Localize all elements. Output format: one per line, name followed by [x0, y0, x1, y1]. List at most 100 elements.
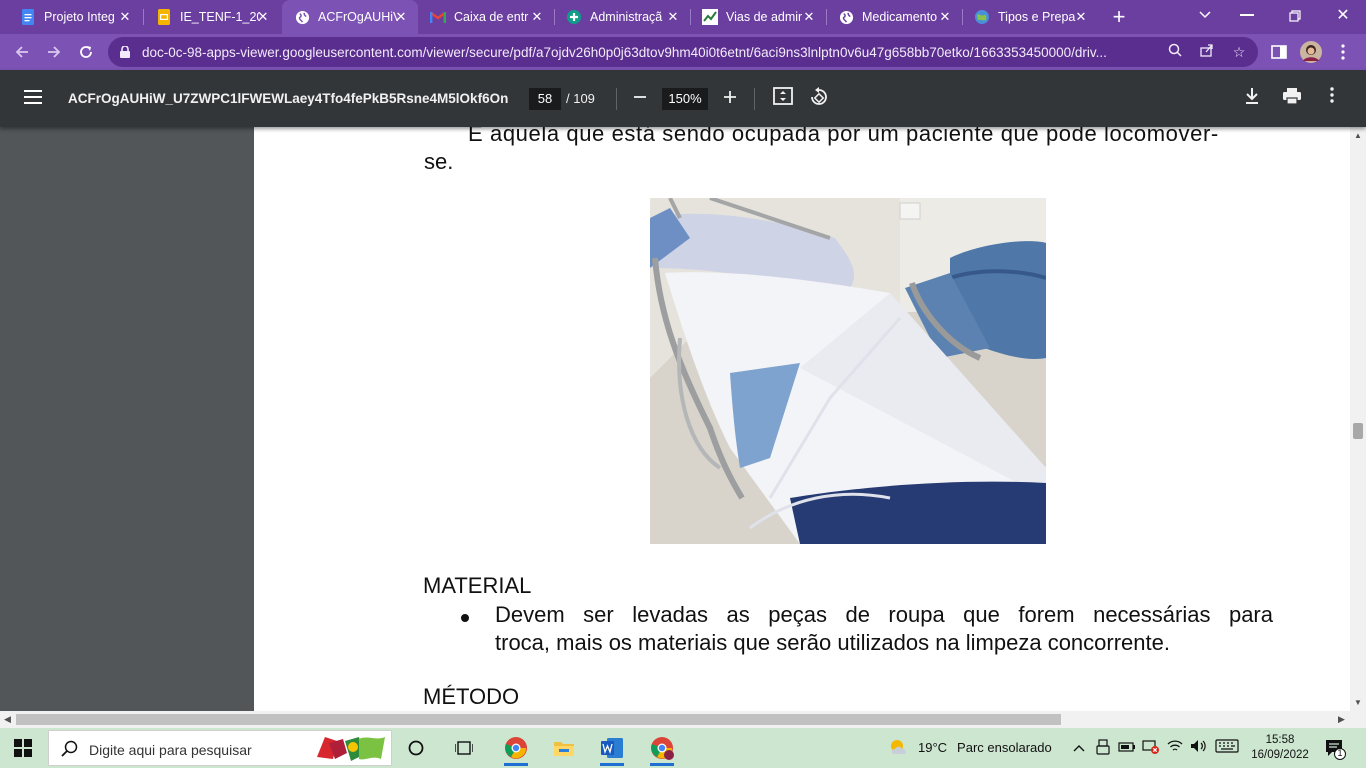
new-tab-button[interactable]: +: [1108, 6, 1130, 28]
globe-color-icon: [974, 9, 990, 25]
tab-gmail[interactable]: Caixa de entr ✕: [418, 0, 554, 34]
close-tab-icon[interactable]: ✕: [666, 10, 680, 24]
tab-ie-tenf[interactable]: IE_TENF-1_20 ✕: [144, 0, 280, 34]
show-hidden-icons-chevron-icon[interactable]: [1070, 739, 1088, 757]
search-highlight-art-icon: [315, 733, 387, 763]
zoom-in-button[interactable]: [719, 86, 741, 110]
browser-menu-icon[interactable]: [1330, 39, 1356, 65]
weather-temperature: 19°C: [918, 739, 948, 755]
print-icon[interactable]: [1281, 87, 1303, 109]
tab-title: Vias de admir: [726, 10, 803, 24]
search-placeholder: Digite aqui para pesquisar: [89, 742, 252, 758]
partly-sunny-icon: [888, 738, 910, 756]
minimize-window-button[interactable]: [1240, 14, 1254, 16]
globe-icon: [294, 9, 310, 25]
windows-taskbar: Digite aqui para pesquisar 19°C Parc ens…: [0, 728, 1366, 768]
hamburger-menu-icon[interactable]: [24, 90, 42, 104]
reload-button[interactable]: [73, 39, 99, 65]
tab-acfrog-active[interactable]: ACFrOgAUHiV ✕: [282, 0, 418, 34]
zoom-search-icon[interactable]: [1166, 43, 1184, 61]
weather-widget[interactable]: 19°C Parc ensolarado: [888, 738, 1052, 756]
document-title: ACFrOgAUHiW_U7ZWPC1lFWEWLaey4Tfo4fePkB5R…: [68, 91, 508, 106]
tab-medicamento[interactable]: Medicamento ✕: [826, 0, 962, 34]
gmail-icon: [430, 9, 446, 25]
search-icon: [61, 740, 79, 758]
close-tab-icon[interactable]: ✕: [530, 10, 544, 24]
clock-date: 16/09/2022: [1251, 749, 1309, 761]
taskbar-search-input[interactable]: Digite aqui para pesquisar: [48, 730, 392, 766]
tab-title: Administraçã: [590, 10, 663, 24]
close-tab-icon[interactable]: ✕: [1074, 10, 1088, 24]
bookmark-star-icon[interactable]: ☆: [1230, 43, 1248, 61]
horizontal-scrollbar[interactable]: ◀ ▶: [0, 711, 1366, 728]
tab-projeto-integ[interactable]: Projeto Integ ✕: [8, 0, 142, 34]
wifi-icon[interactable]: [1166, 739, 1184, 757]
notification-count-badge: 1: [1337, 748, 1343, 758]
cortana-button[interactable]: [396, 732, 436, 764]
forward-button[interactable]: [41, 39, 67, 65]
vertical-scroll-thumb[interactable]: [1353, 423, 1363, 439]
usb-device-icon[interactable]: [1094, 739, 1112, 757]
zoom-out-button[interactable]: [629, 86, 651, 110]
bullet-icon: [461, 614, 469, 622]
word-taskbar-icon[interactable]: [592, 732, 632, 766]
zoom-level-input[interactable]: 150%: [662, 88, 708, 110]
chrome-profile-taskbar-icon[interactable]: [642, 732, 682, 766]
scroll-down-arrow-icon[interactable]: ▼: [1354, 698, 1362, 707]
close-window-button[interactable]: ✕: [1334, 7, 1352, 25]
close-tab-icon[interactable]: ✕: [802, 10, 816, 24]
notification-center-icon[interactable]: 1: [1324, 738, 1346, 760]
docs-icon: [20, 9, 36, 25]
tab-administracao[interactable]: Administraçã ✕: [554, 0, 690, 34]
profile-avatar[interactable]: [1298, 39, 1324, 65]
network-disconnected-icon[interactable]: [1142, 739, 1160, 757]
section-heading-material: MATERIAL: [423, 573, 532, 598]
page-total: / 109: [566, 91, 595, 106]
battery-icon[interactable]: [1118, 739, 1136, 757]
horizontal-scroll-thumb[interactable]: [16, 714, 1061, 725]
close-tab-icon[interactable]: ✕: [394, 10, 408, 24]
side-panel-icon[interactable]: [1266, 39, 1292, 65]
tab-title: IE_TENF-1_20: [180, 10, 260, 24]
file-explorer-icon[interactable]: [544, 732, 584, 764]
toolbar-divider: [754, 88, 755, 110]
keyboard-icon[interactable]: [1214, 739, 1240, 757]
rotate-icon[interactable]: [808, 87, 830, 109]
chrome-taskbar-icon[interactable]: [496, 732, 536, 766]
back-button[interactable]: [9, 39, 35, 65]
task-view-icon[interactable]: [444, 732, 484, 764]
scroll-right-arrow-icon[interactable]: ▶: [1338, 714, 1345, 725]
volume-icon[interactable]: [1190, 739, 1208, 757]
chart-icon: [702, 9, 718, 25]
pdf-viewport[interactable]: É aquela que está sendo ocupada por um p…: [0, 127, 1350, 711]
close-tab-icon[interactable]: ✕: [256, 10, 270, 24]
bullet-text-line: Devem ser levadas as peças de roupa que …: [495, 602, 1273, 627]
scroll-up-arrow-icon[interactable]: ▲: [1354, 131, 1362, 140]
globe-icon: [838, 9, 854, 25]
medical-icon: [566, 9, 582, 25]
windows-start-icon[interactable]: [14, 739, 32, 757]
fit-to-page-icon[interactable]: [772, 87, 794, 109]
close-tab-icon[interactable]: ✕: [118, 10, 132, 24]
vertical-scrollbar[interactable]: ▲ ▼: [1350, 127, 1366, 711]
address-bar[interactable]: doc-0c-98-apps-viewer.googleusercontent.…: [108, 37, 1258, 67]
close-tab-icon[interactable]: ✕: [938, 10, 952, 24]
url-text: doc-0c-98-apps-viewer.googleusercontent.…: [142, 45, 1107, 60]
share-icon[interactable]: [1198, 43, 1216, 61]
tab-vias-admin[interactable]: Vias de admir ✕: [690, 0, 826, 34]
clock-time: 15:58: [1265, 734, 1295, 746]
more-options-icon[interactable]: [1321, 87, 1343, 109]
download-icon[interactable]: [1241, 87, 1263, 109]
tab-tipos-preparo[interactable]: Tipos e Prepa ✕: [962, 0, 1098, 34]
hospital-bed-photo: [650, 198, 1046, 544]
tab-title: ACFrOgAUHiV: [318, 10, 398, 24]
pdf-page: É aquela que está sendo ocupada por um p…: [254, 127, 1350, 711]
tab-search-chevron-icon[interactable]: [1196, 8, 1214, 26]
restore-window-button[interactable]: [1288, 9, 1302, 23]
system-clock[interactable]: 15:58 16/09/2022: [1249, 733, 1311, 763]
scroll-left-arrow-icon[interactable]: ◀: [4, 714, 11, 725]
slides-icon: [156, 9, 172, 25]
lock-icon[interactable]: [120, 45, 130, 58]
weather-description: Parc ensolarado: [957, 739, 1052, 755]
page-number-input[interactable]: 58: [529, 88, 561, 110]
